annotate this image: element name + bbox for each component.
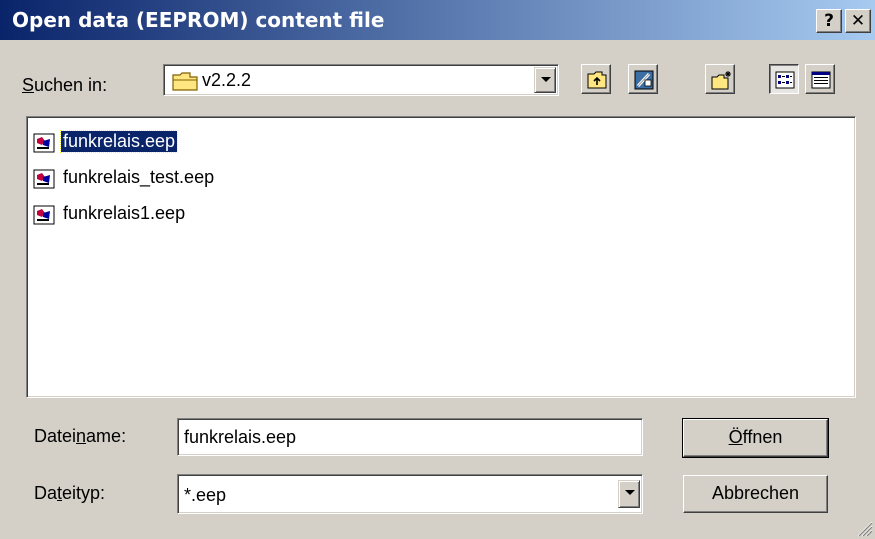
file-name: funkrelais.eep — [59, 130, 179, 153]
new-folder-icon — [711, 71, 731, 90]
title-bar[interactable]: Open data (EEPROM) content file ? ✕ — [0, 0, 875, 40]
filetype-value: *.eep — [184, 485, 227, 505]
filetype-label: Dateityp: — [34, 483, 106, 503]
desktop-icon — [634, 70, 654, 90]
up-folder-icon — [587, 71, 607, 89]
filetype-select[interactable]: *.eep — [177, 474, 643, 514]
eep-file-icon — [33, 205, 55, 225]
close-button[interactable]: ✕ — [845, 9, 871, 33]
eep-file-icon — [33, 133, 55, 153]
file-name: funkrelais_test.eep — [63, 167, 215, 187]
list-view-icon — [775, 71, 795, 89]
cancel-button[interactable]: Abbrechen — [683, 475, 828, 513]
eep-file-icon — [33, 169, 55, 189]
lookin-value: v2.2.2 — [202, 70, 252, 90]
folder-icon — [172, 72, 198, 91]
new-folder-button[interactable] — [705, 64, 735, 94]
help-button[interactable]: ? — [816, 9, 842, 33]
filename-label: Dateiname: — [34, 426, 127, 446]
list-view-button[interactable] — [769, 64, 799, 94]
desktop-button[interactable] — [628, 64, 658, 94]
lookin-label: Suchen in: — [22, 75, 108, 95]
file-name: funkrelais1.eep — [63, 203, 186, 223]
filename-value: funkrelais.eep — [184, 427, 297, 447]
details-view-button[interactable] — [805, 64, 835, 94]
details-view-icon — [811, 71, 831, 89]
resize-grip-icon[interactable] — [853, 517, 873, 537]
up-one-level-button[interactable] — [581, 64, 611, 94]
file-list[interactable]: funkrelais.eep funkrelais_test.eep funkr… — [26, 116, 856, 398]
filetype-dropdown-arrow[interactable] — [618, 480, 640, 508]
open-button[interactable]: Öffnen — [682, 418, 829, 458]
lookin-combo[interactable]: v2.2.2 — [163, 64, 559, 96]
window-title: Open data (EEPROM) content file — [12, 8, 385, 32]
lookin-dropdown-arrow[interactable] — [534, 67, 556, 93]
filename-input[interactable]: funkrelais.eep — [177, 418, 643, 456]
